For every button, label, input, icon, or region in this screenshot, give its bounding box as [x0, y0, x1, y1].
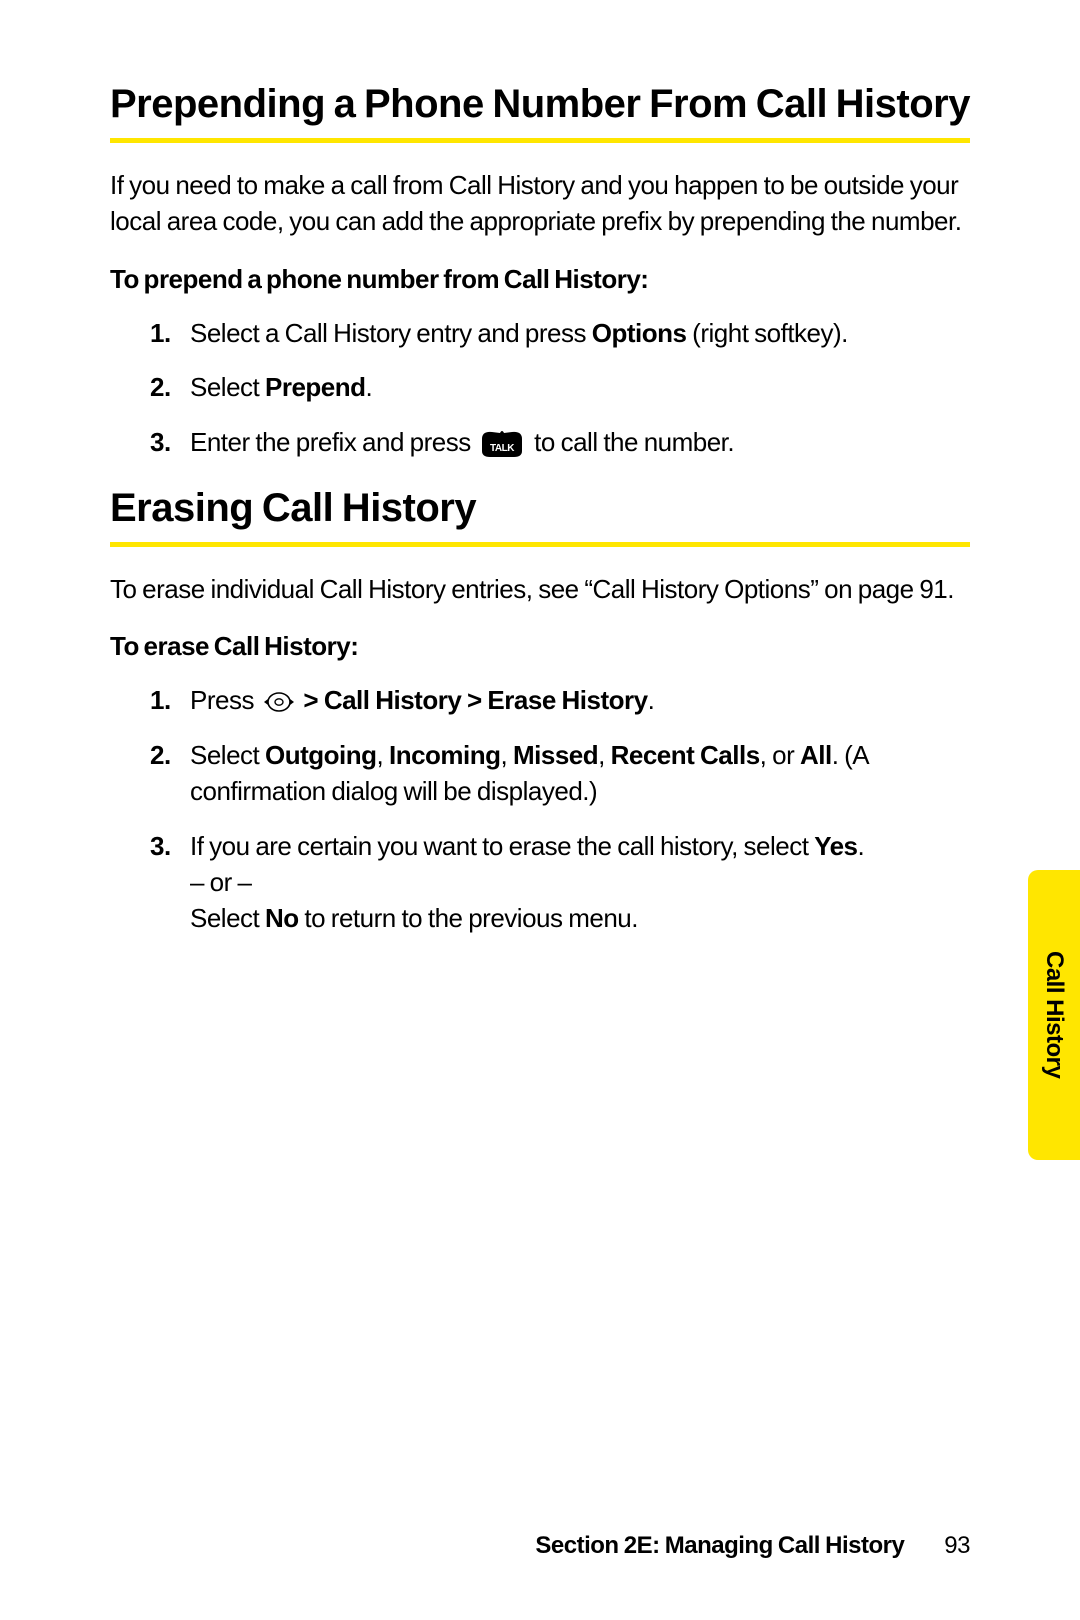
intro-paragraph-2: To erase individual Call History entries…	[110, 571, 970, 607]
step-text: , or	[760, 740, 800, 770]
bold-text: All	[800, 740, 832, 770]
side-tab-call-history: Call History	[1028, 870, 1080, 1160]
step-text: Select	[190, 740, 265, 770]
bold-text: Options	[592, 318, 687, 348]
steps-prepend: Select a Call History entry and press Op…	[110, 315, 970, 460]
steps-erase: Press > Call History > Erase History. Se…	[110, 682, 970, 936]
step-text: Enter the prefix and press	[190, 427, 476, 457]
divider-yellow	[110, 138, 970, 143]
heading-prepending: Prepending a Phone Number From Call Hist…	[110, 80, 970, 128]
side-tab-label: Call History	[1040, 951, 1068, 1078]
bold-text: Missed	[513, 740, 598, 770]
bold-text: Recent Calls	[611, 740, 760, 770]
bold-text: Yes	[814, 831, 857, 861]
page-content: Prepending a Phone Number From Call Hist…	[0, 0, 1080, 1620]
step-text: Select	[190, 372, 265, 402]
divider-yellow	[110, 542, 970, 547]
step-text: ,	[501, 740, 513, 770]
page-number: 93	[944, 1532, 970, 1559]
step-item: Press > Call History > Erase History.	[150, 682, 970, 718]
step-text: to return to the previous menu.	[299, 903, 638, 933]
bold-text: Outgoing	[265, 740, 377, 770]
step-text: .	[366, 372, 373, 402]
subhead-erase: To erase Call History:	[110, 631, 970, 662]
bold-text: No	[265, 903, 299, 933]
heading-erasing: Erasing Call History	[110, 484, 970, 532]
bold-text: > Call History > Erase History	[298, 685, 648, 715]
nav-key-icon	[262, 690, 296, 714]
bold-text: Incoming	[389, 740, 501, 770]
intro-paragraph-1: If you need to make a call from Call His…	[110, 167, 970, 240]
step-text: (right softkey).	[686, 318, 847, 348]
svg-text:TALK: TALK	[490, 443, 515, 454]
step-text: .	[648, 685, 655, 715]
footer-section: Section 2E: Managing Call History	[535, 1532, 904, 1559]
step-text: ,	[377, 740, 389, 770]
subhead-prepend: To prepend a phone number from Call Hist…	[110, 264, 970, 295]
step-text: If you are certain you want to erase the…	[190, 831, 814, 861]
step-item: Select Outgoing, Incoming, Missed, Recen…	[150, 737, 970, 810]
step-text: .	[858, 831, 865, 861]
step-text: to call the number.	[528, 427, 734, 457]
step-text: ,	[598, 740, 610, 770]
step-item: Select a Call History entry and press Op…	[150, 315, 970, 351]
page-footer: Section 2E: Managing Call History 93	[110, 1532, 970, 1560]
bold-text: Prepend	[265, 372, 366, 402]
talk-key-icon: TALK	[480, 429, 524, 459]
step-text: Press	[190, 685, 260, 715]
step-text: – or –	[190, 867, 252, 897]
step-item: Select Prepend.	[150, 369, 970, 405]
step-text: Select	[190, 903, 265, 933]
step-item: If you are certain you want to erase the…	[150, 828, 970, 937]
step-item: Enter the prefix and press TALK to call …	[150, 424, 970, 460]
step-text: Select a Call History entry and press	[190, 318, 592, 348]
